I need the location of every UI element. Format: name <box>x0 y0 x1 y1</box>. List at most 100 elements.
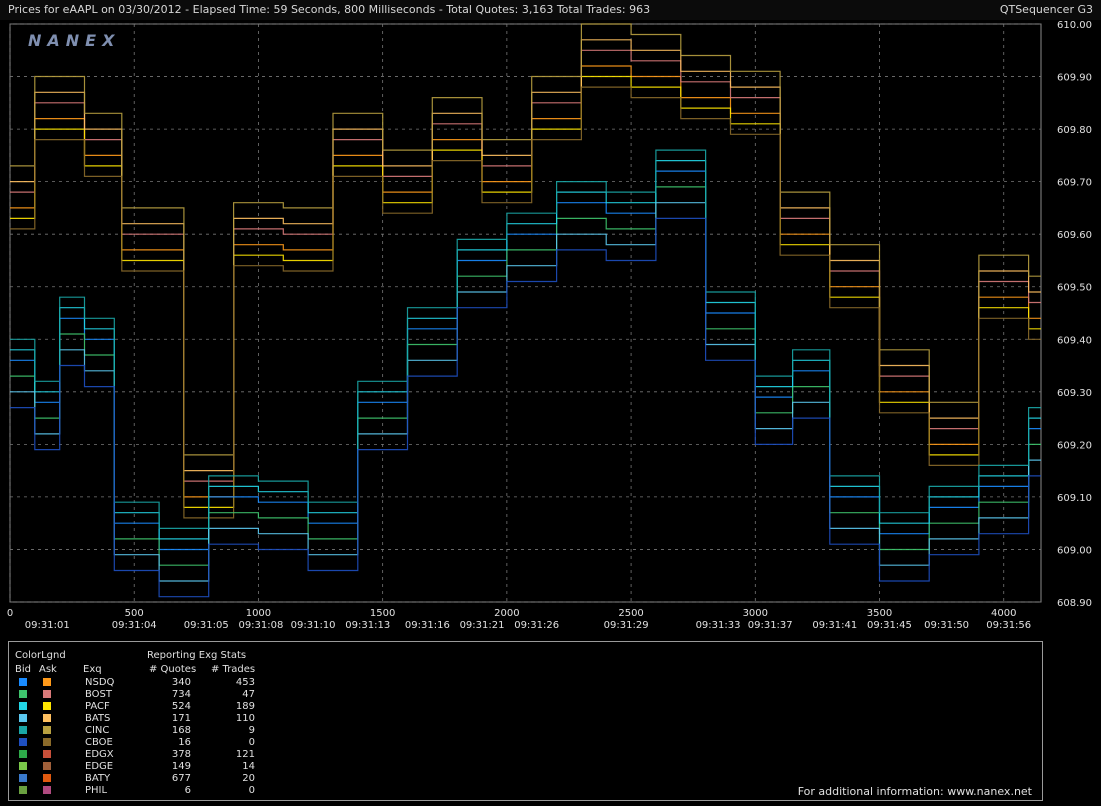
legend-row: EDGX 378 121 <box>9 749 269 761</box>
ask-color-swatch <box>43 726 51 734</box>
app-name: QTSequencer G3 <box>999 3 1093 16</box>
ask-color-swatch <box>43 678 51 686</box>
stats-title: Reporting Exg Stats <box>147 650 247 661</box>
bid-color-swatch <box>19 690 27 698</box>
quote-count: 6 <box>184 785 191 796</box>
bid-color-swatch <box>19 726 27 734</box>
time-tick-label: 09:31:29 <box>604 620 649 631</box>
exq-column-header: Exq <box>83 664 102 675</box>
bid-color-swatch <box>19 774 27 782</box>
x-tick-label: 4000 <box>991 608 1016 619</box>
ask-color-swatch <box>43 762 51 770</box>
bid-column-header: Bid <box>15 664 31 675</box>
time-tick-label: 09:31:04 <box>112 620 157 631</box>
time-tick-label: 09:31:37 <box>748 620 793 631</box>
quote-count: 149 <box>171 761 191 772</box>
exchange-name: CBOE <box>85 737 113 748</box>
legend-row: BOST 734 47 <box>9 689 269 701</box>
time-tick-label: 09:31:05 <box>184 620 229 631</box>
plot-area <box>9 23 1042 603</box>
bid-color-swatch <box>19 702 27 710</box>
quote-count: 340 <box>171 677 191 688</box>
legend-row: EDGE 149 14 <box>9 761 269 773</box>
time-tick-label: 09:31:10 <box>291 620 336 631</box>
trade-count: 9 <box>248 725 255 736</box>
x-tick-label: 3500 <box>867 608 892 619</box>
trade-count: 189 <box>235 701 255 712</box>
legend-row: PACF 524 189 <box>9 701 269 713</box>
quote-count: 734 <box>171 689 191 700</box>
bid-color-swatch <box>19 786 27 794</box>
ask-color-swatch <box>43 714 51 722</box>
legend-row: BATS 171 110 <box>9 713 269 725</box>
trade-count: 110 <box>235 713 255 724</box>
time-tick-label: 09:31:33 <box>696 620 741 631</box>
y-tick-label: 609.40 <box>1057 335 1092 346</box>
x-tick-label: 3000 <box>743 608 768 619</box>
footer-info: For additional information: www.nanex.ne… <box>797 785 1032 798</box>
exchange-name: BATS <box>85 713 111 724</box>
exchange-name: EDGX <box>85 749 114 760</box>
y-tick-label: 609.70 <box>1057 178 1092 189</box>
ask-color-swatch <box>43 786 51 794</box>
quote-count: 168 <box>171 725 191 736</box>
x-tick-label: 1000 <box>246 608 271 619</box>
time-tick-label: 09:31:41 <box>812 620 857 631</box>
exchange-name: NSDQ <box>85 677 115 688</box>
ask-color-swatch <box>43 750 51 758</box>
legend-row: CINC 168 9 <box>9 725 269 737</box>
nanex-logo: NANEX <box>28 31 120 50</box>
time-tick-label: 09:31:50 <box>924 620 969 631</box>
ask-color-swatch <box>43 774 51 782</box>
y-tick-label: 608.90 <box>1057 598 1092 609</box>
ask-color-swatch <box>43 702 51 710</box>
title-bar: Prices for eAAPL on 03/30/2012 - Elapsed… <box>0 0 1101 20</box>
trade-count: 14 <box>242 761 255 772</box>
quote-count: 378 <box>171 749 191 760</box>
x-tick-label: 0 <box>7 608 13 619</box>
exchange-name: BATY <box>85 773 111 784</box>
ask-column-header: Ask <box>39 664 57 675</box>
bid-color-swatch <box>19 678 27 686</box>
trade-count: 453 <box>235 677 255 688</box>
exchange-name: PHIL <box>85 785 108 796</box>
x-tick-label: 1500 <box>370 608 395 619</box>
time-tick-label: 09:31:56 <box>986 620 1031 631</box>
y-tick-label: 609.60 <box>1057 230 1092 241</box>
y-tick-label: 609.10 <box>1057 493 1092 504</box>
legend-row: BATY 677 20 <box>9 773 269 785</box>
x-tick-label: 2000 <box>494 608 519 619</box>
time-tick-label: 09:31:45 <box>867 620 912 631</box>
bid-color-swatch <box>19 738 27 746</box>
trade-count: 0 <box>248 785 255 796</box>
quote-count: 677 <box>171 773 191 784</box>
y-tick-label: 609.50 <box>1057 283 1092 294</box>
legend-row: CBOE 16 0 <box>9 737 269 749</box>
exchange-name: BOST <box>85 689 113 700</box>
exchange-name: PACF <box>85 701 110 712</box>
x-tick-label: 500 <box>125 608 144 619</box>
trade-count: 20 <box>242 773 255 784</box>
y-tick-label: 609.20 <box>1057 440 1092 451</box>
time-tick-label: 09:31:13 <box>345 620 390 631</box>
time-tick-label: 09:31:08 <box>238 620 283 631</box>
trades-column-header: # Trades <box>211 664 256 675</box>
trade-count: 0 <box>248 737 255 748</box>
time-tick-label: 09:31:26 <box>514 620 559 631</box>
price-chart: 610.00 609.90 609.80 609.70 609.60 609.50 609.… <box>7 20 1092 631</box>
bid-color-swatch <box>19 714 27 722</box>
quote-count: 171 <box>171 713 191 724</box>
y-tick-label: 609.90 <box>1057 73 1092 84</box>
bid-color-swatch <box>19 750 27 758</box>
x-tick-label: 2500 <box>618 608 643 619</box>
color-legend-title: ColorLgnd <box>15 650 66 661</box>
exchange-name: CINC <box>85 725 110 736</box>
chart-title: Prices for eAAPL on 03/30/2012 - Elapsed… <box>8 3 651 16</box>
y-tick-label: 609.00 <box>1057 545 1092 556</box>
time-tick-label: 09:31:16 <box>405 620 450 631</box>
trade-count: 121 <box>235 749 255 760</box>
time-tick-label: 09:31:01 <box>25 620 70 631</box>
time-tick-label: 09:31:21 <box>460 620 505 631</box>
trade-count: 47 <box>242 689 255 700</box>
quote-count: 524 <box>171 701 191 712</box>
